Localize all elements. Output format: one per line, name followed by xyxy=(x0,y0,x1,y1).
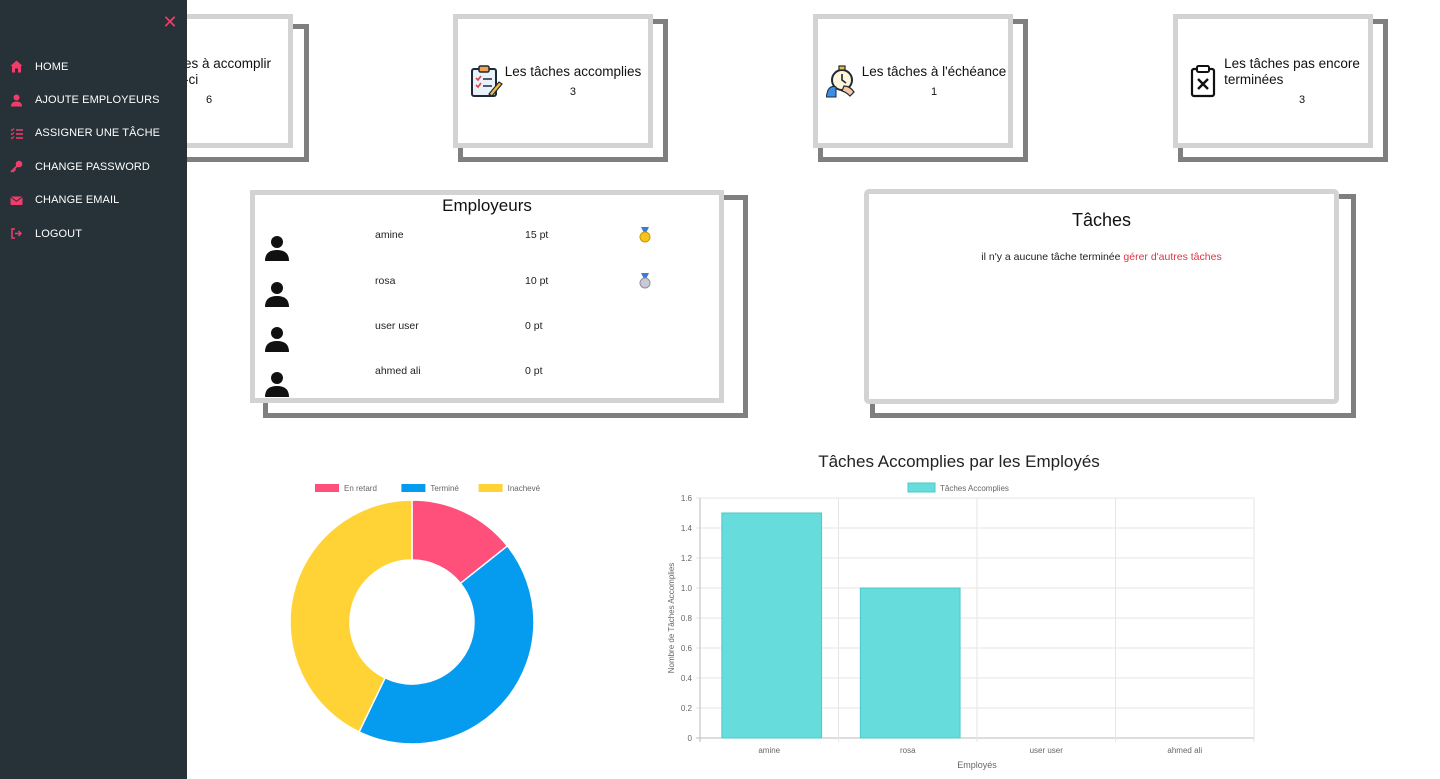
employee-points: 0 pt xyxy=(525,365,543,377)
employee-points: 15 pt xyxy=(525,229,549,241)
employee-name: user user xyxy=(375,320,419,332)
y-tick-label: 0.4 xyxy=(681,674,693,683)
sidebar-item-label: CHANGE PASSWORD xyxy=(35,160,150,173)
sidebar-nav: HOME AJOUTE EMPLOYEURS ASSIGNER UNE TÂCH… xyxy=(0,50,187,250)
sidebar-item-label: CHANGE EMAIL xyxy=(35,194,120,207)
sidebar-item-label: ASSIGNER UNE TÂCHE xyxy=(35,127,161,140)
legend-label: Inachevé xyxy=(508,484,541,493)
clipboard-x-icon xyxy=(1190,65,1216,98)
y-tick-label: 1.2 xyxy=(681,554,693,563)
legend-swatch xyxy=(315,484,339,492)
sidebar: ✕ HOME AJOUTE EMPLOYEURS ASSIGNER UNE TÂ… xyxy=(0,0,187,779)
home-icon xyxy=(10,60,23,73)
person-icon xyxy=(265,372,289,397)
person-icon xyxy=(265,236,289,261)
sidebar-item-assigner-tache[interactable]: ASSIGNER UNE TÂCHE xyxy=(0,117,187,150)
doughnut-slice[interactable] xyxy=(358,544,535,745)
stat-count: 6 xyxy=(206,94,213,106)
legend-label: Tâches Accomplies xyxy=(940,484,1009,493)
y-axis-label: Nombre de Tâches Accomplies xyxy=(667,563,676,674)
empty-message: il n'y a aucune tâche terminée xyxy=(981,251,1121,263)
x-tick-label: amine xyxy=(758,746,780,755)
stat-count: 1 xyxy=(930,86,938,98)
y-tick-label: 0.6 xyxy=(681,644,693,653)
employeurs-title: Employeurs xyxy=(442,196,532,215)
legend-swatch xyxy=(478,484,503,492)
stat-count: 3 xyxy=(1298,94,1306,106)
employeurs-card: Employeurs amine 15 pt rosa 10 pt user u… xyxy=(250,190,750,418)
key-icon xyxy=(10,161,23,173)
sidebar-item-label: HOME xyxy=(35,60,69,73)
stat-title: Les tâches accomplies xyxy=(504,64,642,79)
legend-swatch xyxy=(907,482,936,493)
gold-medal-icon xyxy=(639,227,651,243)
sidebar-item-home[interactable]: HOME xyxy=(0,50,187,83)
employee-name: rosa xyxy=(375,275,396,287)
sidebar-item-logout[interactable]: LOGOUT xyxy=(0,217,187,250)
y-tick-label: 1.0 xyxy=(681,584,693,593)
stopwatch-hand-icon xyxy=(825,65,855,98)
stat-card-completed: Les tâches accomplies 3 xyxy=(453,14,669,162)
status-doughnut-chart: En retard Terminé Inachevé xyxy=(289,484,541,745)
stat-title: es à accomplir xyxy=(184,56,272,71)
y-tick-label: 0.8 xyxy=(681,614,693,623)
y-tick-label: 1.6 xyxy=(681,494,693,503)
x-axis-label: Employés xyxy=(957,760,997,770)
sidebar-item-label: AJOUTE EMPLOYEURS xyxy=(35,94,160,107)
envelope-icon xyxy=(10,196,23,205)
employee-name: ahmed ali xyxy=(375,365,421,377)
legend-label: En retard xyxy=(344,484,377,493)
table-row: rosa 10 pt xyxy=(255,273,719,315)
sidebar-item-ajoute-employeurs[interactable]: AJOUTE EMPLOYEURS xyxy=(0,83,187,116)
x-tick-label: rosa xyxy=(900,746,916,755)
taches-title: Tâches xyxy=(1071,210,1132,230)
tasks-bar-chart: Tâches Accomplies 0 0.2 0.4 0.6 0.8 1.0 1.2 1.4 1… xyxy=(667,482,1255,770)
x-tick-label: user user xyxy=(1030,746,1064,755)
bar[interactable] xyxy=(859,587,961,739)
taches-card: Tâches il n'y a aucune tâche terminée gé… xyxy=(864,189,1356,418)
table-row: ahmed ali 0 pt xyxy=(255,365,719,405)
employee-points: 10 pt xyxy=(525,275,549,287)
sidebar-item-label: LOGOUT xyxy=(35,227,83,240)
legend-item[interactable]: Tâches Accomplies xyxy=(907,482,1009,493)
legend-item[interactable]: Terminé xyxy=(401,484,459,493)
y-tick-label: 1.4 xyxy=(681,524,693,533)
user-icon xyxy=(11,94,22,107)
table-row: user user 0 pt xyxy=(255,320,719,360)
close-icon[interactable]: ✕ xyxy=(161,12,179,32)
bar[interactable] xyxy=(721,512,823,739)
stat-title: Les tâches pas encore xyxy=(1224,56,1360,71)
employee-points: 0 pt xyxy=(525,320,543,332)
sidebar-item-change-email[interactable]: CHANGE EMAIL xyxy=(0,184,187,217)
manage-tasks-link[interactable]: gérer d'autres tâches xyxy=(1123,251,1221,263)
stat-card-unfinished: Les tâches pas encore terminées 3 xyxy=(1173,14,1389,162)
sidebar-item-change-password[interactable]: CHANGE PASSWORD xyxy=(0,150,187,183)
logout-icon xyxy=(11,228,23,239)
person-icon xyxy=(265,282,289,307)
table-row: amine 15 pt xyxy=(255,227,719,269)
clipboard-check-icon xyxy=(470,65,503,97)
y-tick-label: 0.2 xyxy=(681,704,693,713)
legend-item[interactable]: Inachevé xyxy=(478,484,541,493)
legend-label: Terminé xyxy=(430,484,459,493)
employee-name: amine xyxy=(375,229,404,241)
y-tick-label: 0 xyxy=(688,734,693,743)
legend-swatch xyxy=(401,484,426,492)
stat-count: 3 xyxy=(569,86,577,98)
legend-item[interactable]: En retard xyxy=(315,484,377,493)
taches-message: il n'y a aucune tâche terminée gérer d'a… xyxy=(869,251,1334,263)
person-icon xyxy=(265,327,289,352)
stat-title: Les tâches à l'échéance xyxy=(861,64,1007,79)
stat-title-line2: terminées xyxy=(1224,72,1284,87)
silver-medal-icon xyxy=(639,273,651,289)
bar-chart-title: Tâches Accomplies par les Employés xyxy=(818,452,1100,471)
task-list-icon xyxy=(10,128,23,140)
x-tick-label: ahmed ali xyxy=(1167,746,1202,755)
stat-card-due: Les tâches à l'échéance 1 xyxy=(813,14,1029,162)
